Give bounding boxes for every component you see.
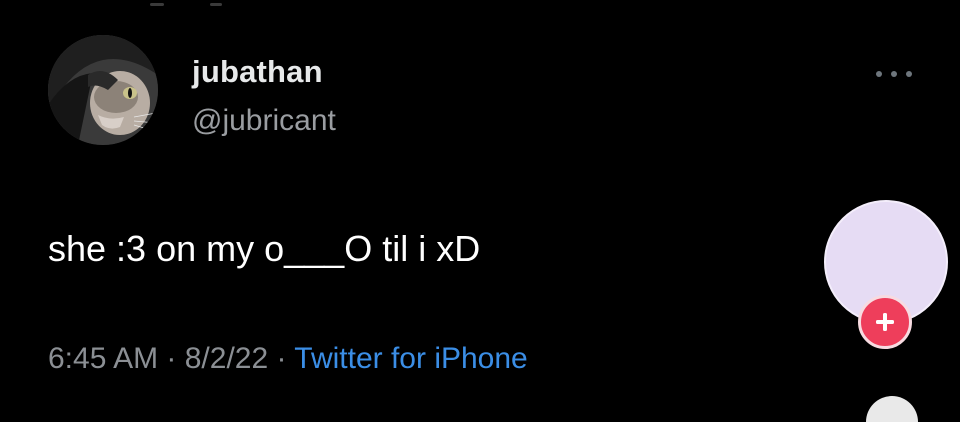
display-name[interactable]: jubathan [192, 54, 323, 90]
more-options-button[interactable] [876, 66, 912, 82]
meta-separator: · [268, 342, 295, 375]
tweet-date[interactable]: 8/2/22 [185, 342, 268, 375]
plus-icon [876, 313, 894, 331]
tweet-time[interactable]: 6:45 AM [48, 342, 158, 375]
follow-plus-button[interactable] [858, 295, 912, 349]
profile-avatar[interactable] [48, 35, 158, 145]
tweet-text: she :3 on my o___O til i xD [48, 228, 481, 269]
ellipsis-icon [891, 71, 897, 77]
ellipsis-icon [906, 71, 912, 77]
tweet-source-link[interactable]: Twitter for iPhone [294, 342, 527, 375]
tweet-metadata: 6:45 AM · 8/2/22 · Twitter for iPhone [48, 342, 528, 376]
top-divider-mark [210, 3, 222, 6]
top-divider-mark [150, 3, 164, 6]
meta-separator: · [158, 342, 185, 375]
ellipsis-icon [876, 71, 882, 77]
user-handle[interactable]: @jubricant [192, 104, 336, 138]
corner-partial-icon [866, 396, 918, 422]
top-strip [0, 0, 960, 10]
cat-avatar-image [48, 35, 158, 145]
